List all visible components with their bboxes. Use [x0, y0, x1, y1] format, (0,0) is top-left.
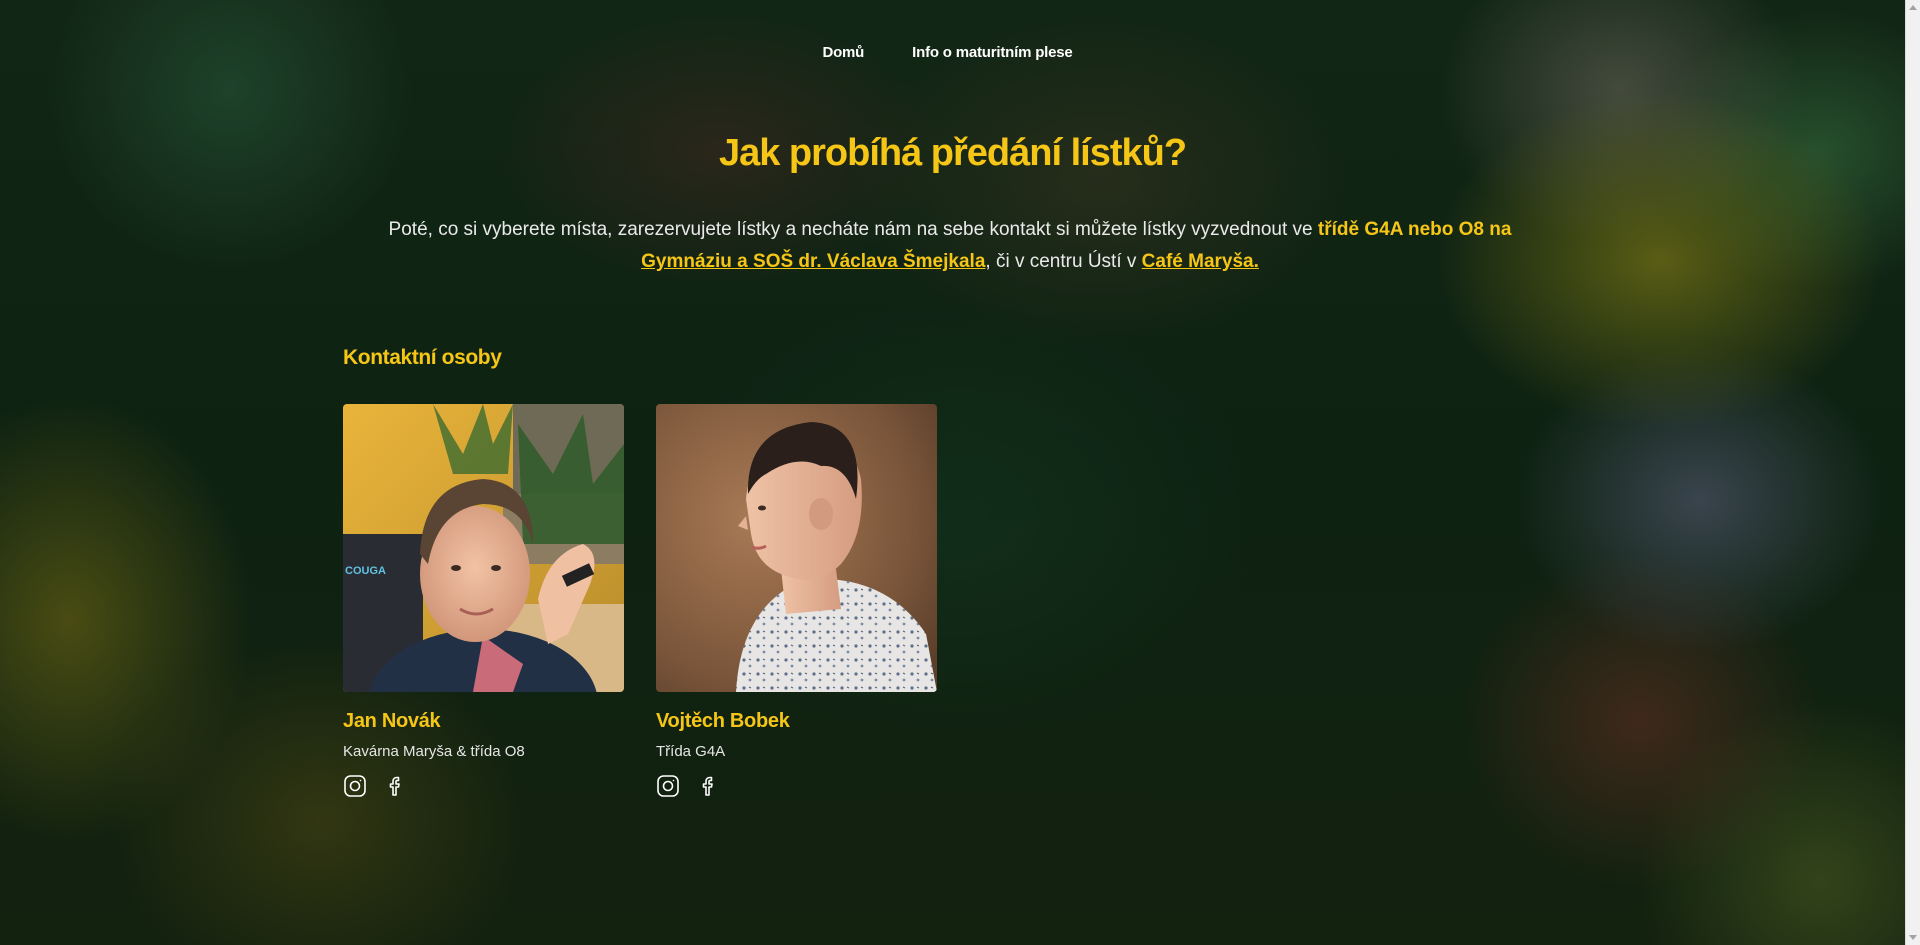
contact-role: Třída G4A — [656, 743, 726, 760]
facebook-icon[interactable] — [696, 774, 720, 798]
nav-link-home[interactable]: Domů — [822, 44, 864, 61]
instagram-icon[interactable] — [343, 774, 367, 798]
intro-paragraph: Poté, co si vyberete místa, zarezervujet… — [340, 214, 1560, 278]
vertical-scrollbar[interactable] — [1905, 0, 1920, 945]
intro-highlight: třídě G4A nebo O8 na — [1317, 219, 1512, 240]
svg-text:COUGA: COUGA — [345, 565, 386, 577]
intro-text-start: Poté, co si vyberete místa, zarezervujet… — [388, 219, 1318, 240]
contact-name: Jan Novák — [343, 710, 441, 732]
instagram-icon[interactable] — [656, 774, 680, 798]
intro-text-middle: , či v centru Ústí v — [985, 251, 1142, 272]
contact-photo — [656, 404, 937, 692]
contact-photo: COUGA — [343, 404, 624, 692]
contact-cards: COUGA Jan Novák Kavárna Maryša & třída O… — [343, 404, 937, 798]
school-link[interactable]: Gymnáziu a SOŠ dr. Václava Šmejkala — [641, 251, 985, 272]
top-navigation: Domů Info o maturitním plese — [0, 44, 1905, 61]
facebook-icon[interactable] — [383, 774, 407, 798]
contact-role: Kavárna Maryša & třída O8 — [343, 743, 525, 760]
cafe-link[interactable]: Café Maryša. — [1142, 251, 1259, 272]
contact-card: Vojtěch Bobek Třída G4A — [656, 404, 937, 798]
scroll-up-icon[interactable] — [1909, 5, 1917, 10]
social-links — [343, 774, 624, 798]
contact-card: COUGA Jan Novák Kavárna Maryša & třída O… — [343, 404, 624, 798]
nav-link-prom-info[interactable]: Info o maturitním plese — [912, 44, 1073, 61]
social-links — [656, 774, 937, 798]
contact-name: Vojtěch Bobek — [656, 710, 790, 732]
scroll-down-icon[interactable] — [1909, 935, 1917, 940]
contacts-heading: Kontaktní osoby — [343, 346, 502, 369]
page-title: Jak probíhá předání lístků? — [718, 132, 1187, 174]
